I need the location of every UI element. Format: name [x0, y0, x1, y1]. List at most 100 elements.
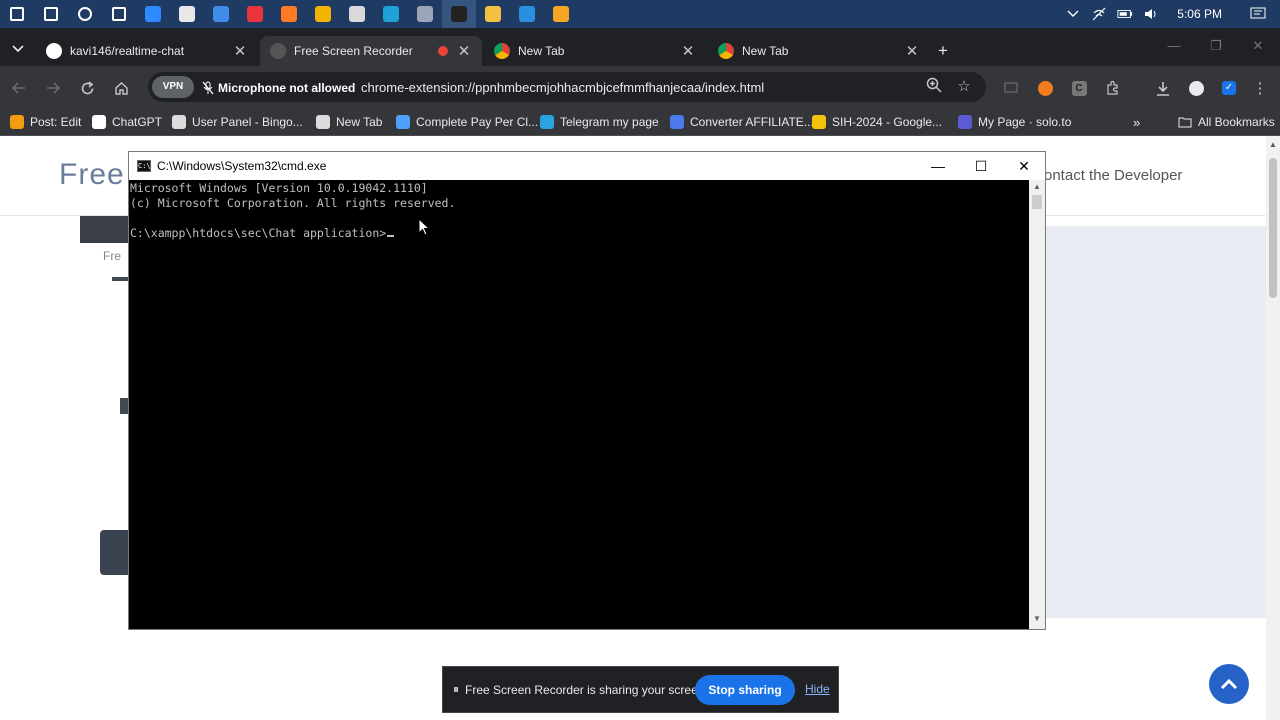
close-icon[interactable]: ✕	[456, 42, 472, 60]
cmd-minimize-button[interactable]: —	[916, 152, 960, 180]
file-explorer-icon[interactable]	[476, 0, 510, 28]
maximize-button[interactable]: ❐	[1196, 38, 1236, 58]
firefox-icon[interactable]	[272, 0, 306, 28]
taskbar-clock[interactable]: 5:06 PM	[1177, 7, 1222, 21]
bookmark-item[interactable]: ChatGPT	[92, 114, 162, 130]
microphone-status[interactable]: Microphone not allowed	[202, 79, 355, 97]
back-arrow-icon[interactable]	[8, 77, 30, 99]
profile-icon[interactable]	[1185, 77, 1207, 99]
new-tab-button[interactable]: +	[932, 40, 954, 62]
scroll-down-arrow-icon[interactable]: ▼	[1032, 614, 1042, 626]
more-bookmarks-chevron-icon[interactable]: »	[1133, 114, 1140, 130]
calculator-icon[interactable]	[408, 0, 442, 28]
all-bookmarks[interactable]: All Bookmarks	[1178, 114, 1275, 130]
notification-icon[interactable]	[1250, 6, 1266, 22]
tab-label: New Tab	[518, 44, 565, 58]
wifi-icon[interactable]	[1091, 6, 1107, 22]
tab-new-tab-2[interactable]: New Tab ✕	[708, 36, 930, 66]
bookmark-label: Post: Edit	[30, 115, 82, 129]
search-icon[interactable]	[34, 0, 68, 28]
hide-link[interactable]: Hide	[805, 682, 830, 696]
chrome-icon[interactable]	[306, 0, 340, 28]
close-icon[interactable]: ✕	[680, 42, 696, 60]
stop-sharing-button[interactable]: Stop sharing	[695, 675, 795, 705]
cmd-title-bar[interactable]: C:\ C:\Windows\System32\cmd.exe — ☐ ✕	[129, 152, 1045, 180]
extension-orange-icon[interactable]	[1034, 77, 1056, 99]
bookmark-item[interactable]: Post: Edit	[10, 114, 81, 130]
scroll-up-arrow-icon[interactable]: ▲	[1032, 182, 1042, 194]
vscode-icon[interactable]	[510, 0, 544, 28]
cmd-maximize-button[interactable]: ☐	[959, 152, 1003, 180]
bookmark-item[interactable]: Complete Pay Per Cl...	[396, 114, 538, 130]
address-bar[interactable]: VPN Microphone not allowed chrome-extens…	[148, 72, 986, 102]
opera-icon[interactable]	[238, 0, 272, 28]
download-icon[interactable]	[1152, 77, 1174, 99]
mail-icon[interactable]	[204, 0, 238, 28]
battery-icon[interactable]	[1117, 6, 1133, 22]
scroll-up-arrow-icon[interactable]: ▲	[1268, 140, 1278, 150]
page-scrollbar[interactable]: ▲	[1266, 136, 1280, 720]
console-prompt-line[interactable]: C:\xampp\htdocs\sec\Chat application>	[130, 226, 1028, 241]
home-icon[interactable]	[110, 77, 132, 99]
extensions-puzzle-icon[interactable]	[1102, 77, 1124, 99]
cmd-scrollbar[interactable]: ▲ ▼	[1029, 180, 1045, 629]
store-icon-glyph	[349, 6, 365, 22]
tab-label: New Tab	[742, 44, 789, 58]
contact-developer-link[interactable]: ontact the Developer	[1044, 167, 1182, 184]
notepad-icon-glyph	[179, 6, 195, 22]
notepad-icon[interactable]	[170, 0, 204, 28]
minimize-button[interactable]: —	[1154, 38, 1194, 58]
window-close-button[interactable]: ✕	[1238, 38, 1278, 58]
bookmark-label: My Page · solo.to	[978, 115, 1072, 129]
bookmark-item[interactable]: Telegram my page	[540, 114, 659, 130]
page-button-fragment[interactable]	[100, 530, 128, 575]
windows-start-icon[interactable]	[0, 0, 34, 28]
reload-icon[interactable]	[76, 77, 98, 99]
vpn-badge[interactable]: VPN	[152, 76, 194, 98]
store-icon[interactable]	[340, 0, 374, 28]
bookmark-item[interactable]: Converter AFFILIATE...	[670, 114, 814, 130]
cmd-taskbar-icon[interactable]	[442, 0, 476, 28]
cmd-close-button[interactable]: ✕	[1002, 152, 1046, 180]
cortana-icon[interactable]	[68, 0, 102, 28]
cast-icon[interactable]	[1000, 77, 1022, 99]
close-icon[interactable]: ✕	[232, 42, 248, 60]
task-view-icon[interactable]	[102, 0, 136, 28]
cmd-icon: C:\	[137, 160, 151, 172]
tab-search-chevron-icon[interactable]	[8, 42, 28, 62]
extension-check-icon[interactable]: ✓	[1218, 77, 1240, 99]
bookmark-item[interactable]: SIH-2024 - Google...	[812, 114, 942, 130]
shield-app-icon-glyph	[145, 6, 161, 22]
extension-c-icon[interactable]: C	[1068, 77, 1090, 99]
tab-free-screen-recorder[interactable]: Free Screen Recorder ✕	[260, 36, 482, 66]
edge-icon-glyph	[383, 6, 399, 22]
cmd-scroll-thumb[interactable]	[1032, 195, 1042, 209]
console-line: (c) Microsoft Corporation. All rights re…	[130, 196, 456, 210]
recorder-icon	[270, 43, 286, 59]
bookmark-item[interactable]: User Panel - Bingo...	[172, 114, 303, 130]
scroll-thumb[interactable]	[1269, 158, 1277, 298]
close-icon[interactable]: ✕	[904, 42, 920, 60]
bookmark-item[interactable]: New Tab	[316, 114, 382, 130]
back-to-top-button[interactable]	[1209, 664, 1249, 704]
chevron-up-icon[interactable]	[1065, 6, 1081, 22]
tab-realtime-chat[interactable]: kavi146/realtime-chat ✕	[36, 36, 258, 66]
bookmark-star-icon[interactable]: ☆	[954, 77, 974, 97]
url-text[interactable]: chrome-extension://ppnhmbecmjohhacmbjcef…	[361, 80, 764, 95]
cmd-console[interactable]: Microsoft Windows [Version 10.0.19042.11…	[129, 180, 1029, 629]
firefox-icon-glyph	[281, 6, 297, 22]
bookmark-item[interactable]: My Page · solo.to	[958, 114, 1071, 130]
pause-drag-icon[interactable]: ⏸	[453, 682, 459, 697]
bookmark-favicon-icon	[396, 115, 410, 129]
edge-icon[interactable]	[374, 0, 408, 28]
forward-arrow-icon[interactable]	[42, 77, 64, 99]
chrome-canary-icon[interactable]	[544, 0, 578, 28]
shield-app-icon[interactable]	[136, 0, 170, 28]
sharing-message: Free Screen Recorder is sharing your scr…	[465, 682, 708, 697]
zoom-icon[interactable]	[924, 77, 944, 97]
tab-new-tab-1[interactable]: New Tab ✕	[484, 36, 706, 66]
cmd-window[interactable]: C:\ C:\Windows\System32\cmd.exe — ☐ ✕ Mi…	[128, 151, 1046, 630]
volume-icon[interactable]	[1143, 6, 1159, 22]
menu-dots-icon[interactable]: ⋮	[1249, 77, 1271, 99]
